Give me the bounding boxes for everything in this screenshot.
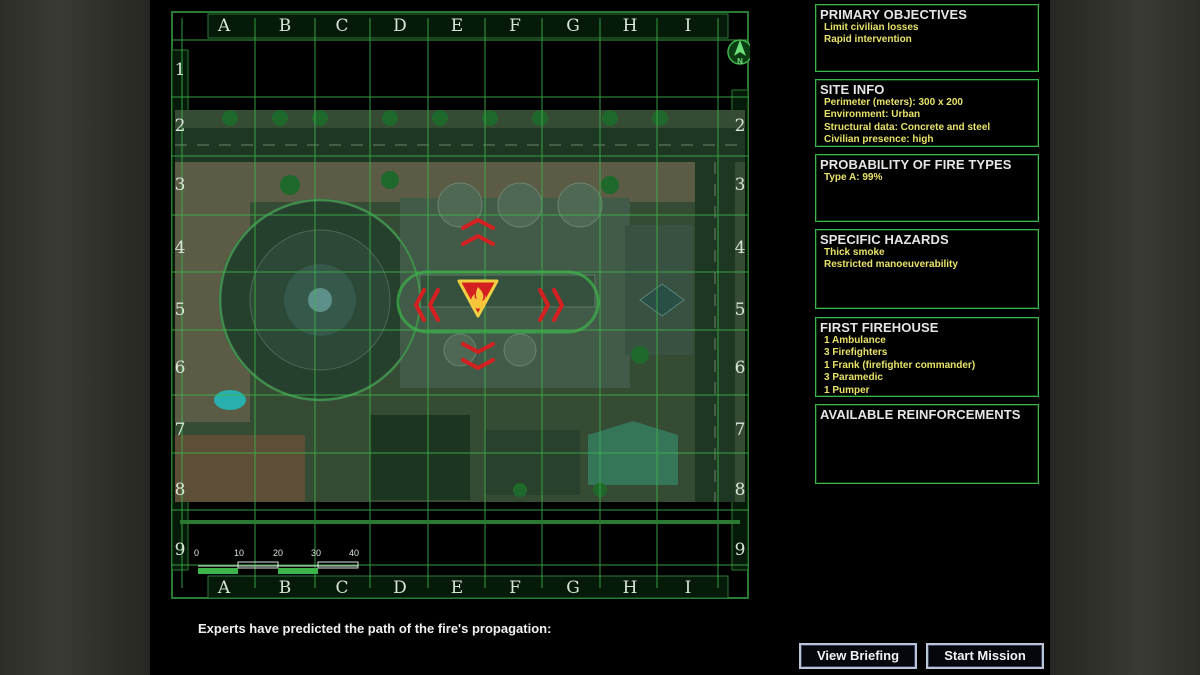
column-label-bottom: B [278, 578, 292, 598]
row-label-right: 6 [734, 358, 746, 378]
panel-primary-objectives: PRIMARY OBJECTIVES Limit civilian losses… [815, 4, 1039, 72]
background-right [1050, 0, 1200, 675]
row-label-right: 8 [734, 480, 746, 500]
panel-line: 3 Firefighters [824, 347, 888, 359]
panel-fire-types: PROBABILITY OF FIRE TYPES Type A: 99% [815, 154, 1039, 222]
scale-tick: 30 [311, 548, 322, 558]
scale-tick: 40 [349, 548, 360, 558]
panel-line: 1 Ambulance [824, 335, 886, 346]
column-label-top: C [335, 16, 349, 36]
column-label-bottom: E [450, 578, 464, 598]
panel-line: Environment: Urban [824, 109, 921, 121]
panel-title: PROBABILITY OF FIRE TYPES [820, 157, 1012, 172]
column-label-bottom: I [684, 578, 692, 598]
compass-label: N [737, 57, 743, 66]
column-label-top: H [622, 16, 638, 36]
column-label-bottom: D [393, 578, 407, 598]
propagation-caption: Experts have predicted the path of the f… [198, 621, 552, 636]
panel-line: Restricted manoeuverability [824, 259, 958, 271]
panel-title: SITE INFO [820, 82, 885, 97]
panel-first-firehouse: FIRST FIREHOUSE 1 Ambulance 3 Firefighte… [815, 317, 1039, 397]
column-label-top: A [217, 16, 231, 36]
row-label-right: 4 [734, 238, 746, 258]
row-label-right: 9 [734, 540, 746, 560]
panel-line: 3 Paramedic [824, 372, 883, 384]
scale-tick: 0 [194, 548, 200, 558]
panel-title: PRIMARY OBJECTIVES [820, 7, 967, 22]
panel-line: 1 Frank (firefighter commander) [824, 359, 976, 371]
column-label-bottom: A [217, 578, 231, 598]
panel-line: Structural data: Concrete and steel [824, 121, 991, 133]
panel-line: 1 Pumper [824, 384, 870, 396]
panel-site-info: SITE INFO Perimeter (meters): 300 x 200 … [815, 79, 1039, 147]
panel-line: Perimeter (meters): 300 x 200 [824, 97, 963, 108]
column-label-top: G [566, 16, 580, 36]
column-label-top: E [450, 16, 464, 36]
column-label-top: D [393, 16, 407, 36]
row-label-left: 1 [174, 60, 186, 80]
row-label-left: 7 [174, 420, 186, 440]
panel-line: Rapid intervention [824, 34, 912, 46]
column-label-bottom: G [566, 578, 580, 598]
panel-line: Civilian presence: high [824, 134, 934, 146]
row-label-left: 4 [174, 238, 186, 258]
row-label-left: 6 [174, 358, 186, 378]
panel-available-reinforcements[interactable]: AVAILABLE REINFORCEMENTS [815, 404, 1039, 484]
briefing-screen: A B C D E F G H I A B C D E F G H I 1 2 … [150, 0, 1050, 675]
column-label-top: F [509, 16, 521, 36]
row-label-right: 7 [734, 420, 746, 440]
row-label-right: 2 [734, 116, 746, 136]
panel-title: FIRST FIREHOUSE [820, 320, 939, 335]
column-label-top: B [278, 16, 292, 36]
column-label-bottom: F [509, 578, 521, 598]
panel-line: Type A: 99% [824, 172, 883, 183]
panel-line: Limit civilian losses [824, 22, 919, 33]
start-mission-button[interactable]: Start Mission [926, 643, 1044, 669]
row-label-left: 8 [174, 480, 186, 500]
background-left [0, 0, 150, 675]
scale-tick: 10 [234, 548, 245, 558]
panel-title: SPECIFIC HAZARDS [820, 232, 949, 247]
column-label-top: I [684, 16, 692, 36]
tactical-map[interactable]: A B C D E F G H I A B C D E F G H I 1 2 … [170, 10, 750, 600]
row-label-right: 5 [734, 300, 746, 320]
panel-title: AVAILABLE REINFORCEMENTS [820, 407, 1021, 422]
row-label-right: 3 [734, 175, 746, 195]
row-label-left: 3 [174, 175, 186, 195]
panel-line: Thick smoke [824, 247, 885, 258]
view-briefing-button[interactable]: View Briefing [799, 643, 917, 669]
row-label-left: 5 [174, 300, 186, 320]
fire-origin-icon[interactable] [457, 278, 499, 318]
row-label-left: 9 [174, 540, 186, 560]
column-label-bottom: H [622, 578, 638, 598]
panel-specific-hazards: SPECIFIC HAZARDS Thick smoke Restricted … [815, 229, 1039, 309]
column-label-bottom: C [335, 578, 349, 598]
row-label-left: 2 [174, 116, 186, 136]
scale-tick: 20 [273, 548, 284, 558]
